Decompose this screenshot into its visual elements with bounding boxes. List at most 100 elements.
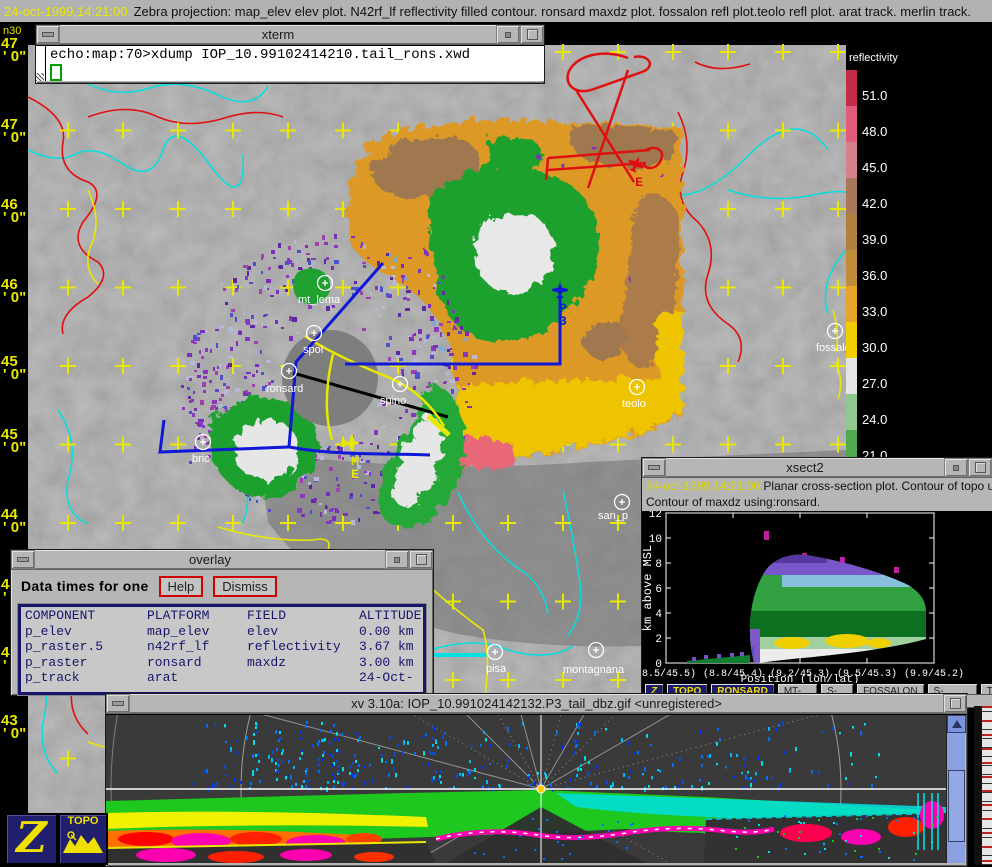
station-label: pisa (486, 663, 507, 675)
station-label: montagnana (563, 664, 625, 676)
menu-icon[interactable] (496, 25, 520, 44)
station-label: mt_lema (298, 294, 341, 306)
maximize-icon[interactable] (409, 550, 433, 569)
overlay-window[interactable]: overlay Data times for one Help Dismiss … (10, 549, 434, 696)
colorbar-value: 48.0 (862, 124, 922, 139)
colorbar-swatch (846, 214, 857, 250)
latitude-label: 45' 0" (1, 428, 31, 454)
minimize-icon[interactable] (642, 458, 666, 477)
scroll-up-icon[interactable] (947, 715, 966, 733)
svg-text:6: 6 (655, 584, 662, 596)
zebra-logo-button[interactable]: Z (5, 813, 58, 865)
rail-corner-label: n30 (3, 25, 21, 37)
xsect2-window[interactable]: xsect2 24-oct-1999,14:21:00 Planar cross… (641, 457, 992, 696)
latitude-label: 47' 0" (1, 37, 31, 63)
station-label: bric (192, 453, 210, 465)
data-times-list[interactable]: COMPONENTPLATFORMFIELDALTITUDEp_elevmap_… (18, 604, 426, 695)
svg-text:8: 8 (655, 559, 662, 571)
colorbar-swatch (846, 178, 857, 214)
svg-text:(9.9/45.2): (9.9/45.2) (904, 668, 964, 680)
colorbar-title: reflectivity (849, 52, 898, 64)
svg-text:12: 12 (649, 511, 662, 521)
latitude-label: 45' 0" (1, 355, 31, 381)
table-header-row[interactable]: COMPONENTPLATFORMFIELDALTITUDE (25, 608, 423, 624)
svg-text:2: 2 (655, 634, 662, 646)
table-row[interactable]: p_raster.5n42rf_lfreflectivity3.67 km (25, 639, 423, 655)
station-label: teolo (622, 398, 646, 410)
xv-window[interactable]: xv 3.10a: IOP_10.991024142132.P3_tail_db… (105, 693, 968, 867)
xsect2-header: 24-oct-1999,14:21:00 Planar cross-sectio… (642, 478, 992, 511)
menu-icon[interactable] (385, 550, 409, 569)
colorbar-value: 39.0 (862, 232, 922, 247)
colorbar-swatch (846, 394, 857, 430)
status-timestamp: 24-oct-1999,14:21:00 (4, 4, 128, 19)
topo-label: TOPO (68, 815, 99, 827)
colorbar-swatch (846, 142, 857, 178)
colorbar-value: 27.0 (862, 376, 922, 391)
square-icon (527, 29, 538, 40)
terminal-scrollbar[interactable] (36, 46, 46, 81)
cross-section-plot: 121086420(8.5/45.5)(8.8/45.4)(9.2/45.3)(… (642, 511, 992, 683)
maximize-icon[interactable] (943, 694, 967, 713)
minimize-icon[interactable] (11, 550, 35, 569)
svg-text:(8.5/45.5): (8.5/45.5) (642, 668, 696, 680)
minimize-icon[interactable] (36, 25, 60, 44)
xv-scrollbar[interactable] (946, 715, 965, 863)
colorbar-swatch (846, 286, 857, 322)
colorbar-value: 30.0 (862, 340, 922, 355)
latitude-rail: 47' 0"47' 0"46' 0"46' 0"45' 0"45' 0"44' … (0, 22, 28, 865)
menu-icon[interactable] (944, 458, 968, 477)
overlay-title: overlay (35, 550, 385, 569)
desktop: { "top_bar": { "timestamp": "24-oct-1999… (0, 0, 992, 865)
scroll-thumb[interactable] (948, 770, 965, 842)
xterm-window[interactable]: xterm echo:map:70>xdump IOP_10.991024142… (35, 24, 545, 84)
xterm-titlebar[interactable]: xterm (36, 25, 544, 45)
svg-text:10: 10 (649, 534, 662, 546)
topo-button[interactable]: TOPO (58, 813, 108, 865)
station-label: fossalo (816, 342, 846, 354)
aircraft-label: 3 (559, 314, 567, 329)
xv-title: xv 3.10a: IOP_10.991024142132.P3_tail_db… (130, 694, 943, 713)
svg-text:km above MSL: km above MSL (642, 545, 655, 631)
latitude-label: 43' 0" (1, 714, 31, 740)
xsect2-desc1: Planar cross-section plot. Contour of to… (760, 479, 992, 493)
xterm-title: xterm (60, 25, 496, 44)
colorbar-swatch (846, 250, 857, 286)
tail-radar-image (106, 715, 946, 863)
terminal-area[interactable]: echo:map:70>xdump IOP_10.99102414210.tai… (36, 45, 544, 81)
help-button[interactable]: Help (159, 576, 204, 597)
table-row[interactable]: p_elevmap_elevelev0.00 km (25, 624, 423, 640)
minimize-icon[interactable] (106, 694, 130, 713)
colorbar-value: 45.0 (862, 160, 922, 175)
terminal-cursor (50, 64, 62, 81)
status-description: Zebra projection: map_elev elev plot. N4… (134, 4, 971, 19)
station-label: san_p (598, 510, 628, 522)
dot-icon (505, 32, 511, 38)
aircraft-label: E (635, 175, 643, 190)
maximize-icon[interactable] (968, 458, 992, 477)
station-label: spol (303, 344, 323, 356)
terminal-command: echo:map:70>xdump IOP_10.99102414210.tai… (50, 47, 470, 63)
colorbar-value: 33.0 (862, 304, 922, 319)
xsect2-timestamp: 24-oct-1999,14:21:00 (646, 479, 760, 493)
xv-titlebar[interactable]: xv 3.10a: IOP_10.991024142132.P3_tail_db… (106, 694, 967, 714)
overlay-titlebar[interactable]: overlay (11, 550, 433, 570)
colorbar-swatch (846, 70, 857, 106)
colorbar-swatch (846, 322, 857, 358)
colorbar-swatch (846, 106, 857, 142)
dash-icon (42, 32, 54, 37)
station-label: spino (380, 395, 406, 407)
table-row[interactable]: p_trackarat24-Oct- (25, 670, 423, 686)
colorbar-value: 42.0 (862, 196, 922, 211)
xsect2-titlebar[interactable]: xsect2 (642, 458, 992, 478)
svg-text:4: 4 (655, 609, 662, 621)
latitude-label: 47' 0" (1, 118, 31, 144)
xsect2-title: xsect2 (666, 458, 944, 477)
maximize-icon[interactable] (520, 25, 544, 44)
xsect2-desc2: Contour of maxdz using:ronsard. (646, 495, 820, 509)
mountain-icon (63, 827, 103, 853)
colorbar-value: 51.0 (862, 88, 922, 103)
overlay-heading: Data times for one (21, 578, 149, 594)
table-row[interactable]: p_rasterronsardmaxdz3.00 km (25, 655, 423, 671)
dismiss-button[interactable]: Dismiss (213, 576, 277, 597)
